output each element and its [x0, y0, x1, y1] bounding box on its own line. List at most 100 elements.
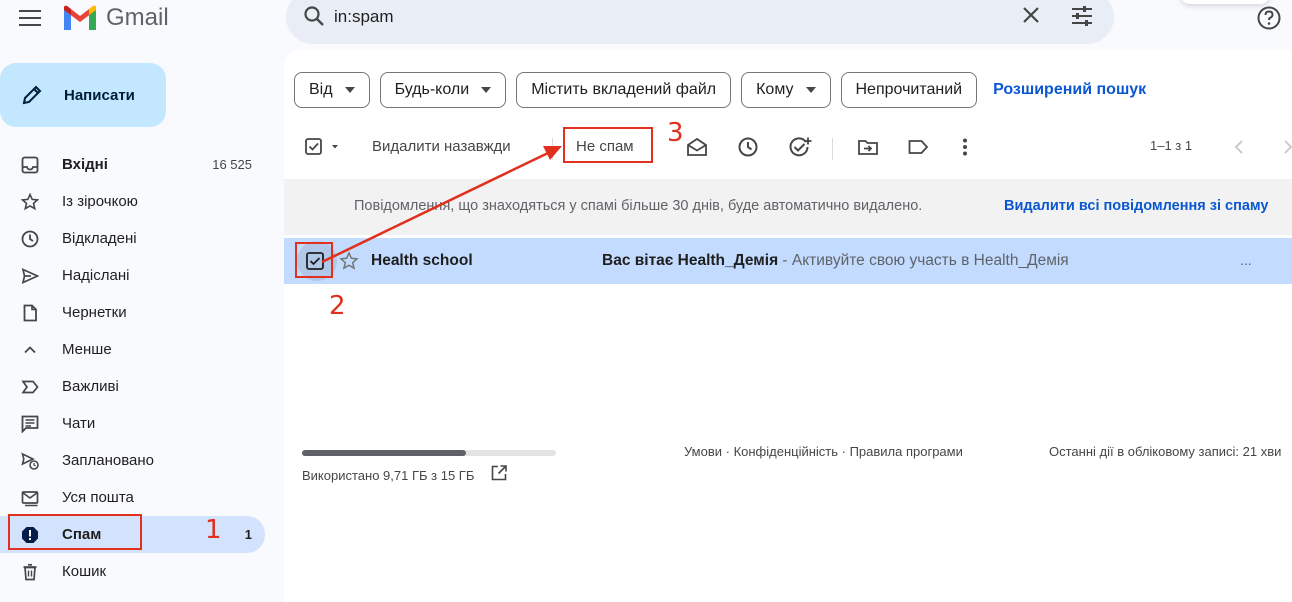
toolbar-divider: [832, 138, 833, 160]
annotation-step-1: 1: [205, 515, 222, 545]
sidebar-item-label: Із зірочкою: [62, 193, 138, 210]
add-to-tasks-icon[interactable]: [788, 136, 812, 163]
floating-panel-edge: [1180, 0, 1270, 4]
sidebar-item-label: Менше: [62, 341, 112, 358]
sidebar-item-starred[interactable]: Із зірочкою: [0, 183, 270, 220]
draft-icon: [20, 303, 40, 323]
sidebar-item-less[interactable]: Менше: [0, 331, 270, 368]
toolbar-divider: [552, 138, 553, 160]
search-chips: Від Будь-коли Містить вкладений файл Ком…: [294, 72, 1146, 108]
unread-count: 16 525: [212, 157, 252, 172]
sidebar-item-label: Уся пошта: [62, 489, 134, 506]
sidebar-item-label: Надіслані: [62, 267, 130, 284]
gmail-logo-icon: [64, 5, 96, 30]
search-input[interactable]: in:spam: [334, 7, 394, 27]
clock-icon: [20, 229, 40, 249]
compose-button[interactable]: Написати: [0, 63, 166, 127]
delete-forever-button[interactable]: Видалити назавжди: [372, 138, 511, 155]
menu-icon[interactable]: [16, 4, 44, 32]
spam-notice-text: Повідомлення, що знаходяться у спамі біл…: [354, 198, 923, 214]
chevron-left-icon[interactable]: [1230, 136, 1250, 163]
sidebar-item-inbox[interactable]: Вхідні 16 525: [0, 146, 270, 183]
caret-down-icon: [344, 87, 355, 93]
caret-down-icon: [481, 87, 492, 93]
chip-label: Від: [309, 81, 333, 98]
move-to-icon[interactable]: [857, 136, 879, 163]
storage-fill: [302, 450, 467, 456]
chip-has-attachment[interactable]: Містить вкладений файл: [516, 72, 732, 108]
all-mail-icon: [20, 488, 40, 508]
delete-all-spam-link[interactable]: Видалити всі повідомлення зі спаму: [1004, 198, 1269, 214]
chip-label: Кому: [756, 81, 794, 98]
pencil-icon: [22, 85, 42, 105]
storage-bar: [302, 450, 556, 456]
message-subject-line: Вас вітає Health_Демія - Активуйте свою …: [602, 252, 1069, 270]
sidebar-item-label: Важливі: [62, 378, 119, 395]
chevron-right-icon[interactable]: [1278, 136, 1292, 163]
help-icon[interactable]: [1256, 5, 1282, 36]
compose-label: Написати: [64, 86, 135, 104]
annotation-box-checkbox: [295, 242, 333, 278]
mark-read-icon[interactable]: [686, 136, 708, 163]
annotation-step-2: 2: [329, 291, 346, 321]
message-snippet: - Активуйте свою участь в Health_Демія: [778, 252, 1069, 269]
star-toggle-icon[interactable]: [339, 251, 359, 276]
sidebar-item-label: Чернетки: [62, 304, 127, 321]
inbox-icon: [20, 155, 40, 175]
chip-any-time[interactable]: Будь-коли: [379, 72, 507, 108]
message-row[interactable]: Health school Вас вітає Health_Демія - А…: [284, 238, 1292, 284]
select-all-checkbox[interactable]: [304, 136, 340, 163]
chip-to[interactable]: Кому: [741, 72, 831, 108]
sidebar-item-sent[interactable]: Надіслані: [0, 257, 270, 294]
more-options-icon[interactable]: [954, 136, 976, 163]
sidebar-item-snoozed[interactable]: Відкладені: [0, 220, 270, 257]
unread-count: 1: [244, 527, 252, 542]
last-account-activity: Останні дії в обліковому записі: 21 хви: [1049, 444, 1282, 459]
snooze-icon[interactable]: [737, 136, 759, 163]
open-external-icon[interactable]: [490, 464, 508, 487]
spam-notice-banner: Повідомлення, що знаходяться у спамі біл…: [284, 179, 1292, 235]
sidebar-item-label: Чати: [62, 415, 96, 432]
search-icon[interactable]: [302, 4, 326, 33]
chip-label: Непрочитаний: [855, 81, 963, 98]
chat-icon: [20, 414, 40, 434]
caret-down-icon: [805, 87, 816, 93]
sidebar-item-chats[interactable]: Чати: [0, 405, 270, 442]
label-icon[interactable]: [907, 136, 929, 163]
search-bar[interactable]: in:spam: [286, 0, 1114, 44]
annotation-box-spam: [8, 514, 142, 550]
send-icon: [20, 266, 40, 286]
chip-unread[interactable]: Непрочитаний: [840, 72, 978, 108]
sidebar-item-trash[interactable]: Кошик: [0, 553, 270, 590]
chip-label: Містить вкладений файл: [531, 81, 717, 98]
star-icon: [20, 192, 40, 212]
main-panel: Від Будь-коли Містить вкладений файл Ком…: [284, 50, 1292, 602]
gmail-logo[interactable]: Gmail: [62, 2, 169, 34]
sidebar-item-drafts[interactable]: Чернетки: [0, 294, 270, 331]
scheduled-icon: [20, 451, 40, 471]
message-toolbar: Видалити назавжди Не спам 1–1 з 1: [284, 128, 1292, 168]
message-sender: Health school: [371, 252, 473, 269]
search-options-icon[interactable]: [1070, 4, 1094, 33]
top-bar: Gmail in:spam: [0, 0, 1292, 44]
sidebar-item-scheduled[interactable]: Заплановано: [0, 442, 270, 479]
sidebar-item-all-mail[interactable]: Уся пошта: [0, 479, 270, 516]
annotation-box-not-spam: [563, 127, 653, 163]
advanced-search-link[interactable]: Розширений пошук: [993, 81, 1146, 99]
pagination-count: 1–1 з 1: [1150, 138, 1193, 153]
chip-label: Будь-коли: [394, 81, 470, 98]
annotation-step-3: 3: [667, 118, 684, 148]
sidebar-item-label: Кошик: [62, 563, 107, 580]
sidebar-item-label: Вхідні: [62, 156, 108, 173]
trash-icon: [20, 562, 40, 582]
footer-policy-links[interactable]: Умови · Конфіденційність · Правила прогр…: [684, 444, 963, 459]
sidebar-item-label: Відкладені: [62, 230, 137, 247]
chip-from[interactable]: Від: [294, 72, 370, 108]
sidebar-item-important[interactable]: Важливі: [0, 368, 270, 405]
clear-search-icon[interactable]: [1020, 4, 1042, 31]
chevron-up-icon: [20, 340, 40, 360]
app-name: Gmail: [106, 4, 169, 31]
important-icon: [20, 377, 40, 397]
message-more: ...: [1240, 252, 1252, 268]
sidebar-item-label: Заплановано: [62, 452, 155, 469]
